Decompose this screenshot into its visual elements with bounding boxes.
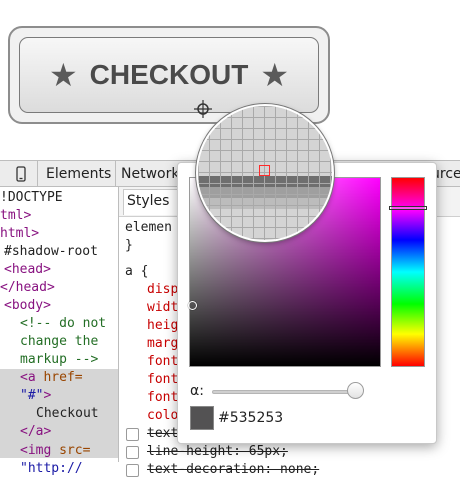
attr-name: src= (59, 443, 91, 458)
tree-line[interactable]: <body> (4, 297, 51, 315)
css-property[interactable]: heig (147, 317, 178, 335)
css-property[interactable]: colo (147, 407, 178, 425)
checkout-button[interactable]: ★ CHECKOUT ★ (19, 37, 319, 113)
saturation-handle[interactable] (188, 301, 197, 310)
hex-value[interactable]: #535253 (218, 410, 283, 426)
target-pixel-marker (259, 165, 270, 176)
property-checkbox[interactable] (126, 428, 139, 441)
css-property[interactable]: font (147, 371, 178, 389)
tag-text: <a (20, 370, 44, 385)
tree-line[interactable]: <head> (4, 261, 51, 279)
css-property-disabled[interactable]: text-decoration: none; (147, 461, 319, 479)
hue-handle[interactable] (389, 206, 427, 210)
tree-line[interactable]: </head> (0, 279, 55, 297)
css-property[interactable]: marg (147, 335, 178, 353)
tag-text: <img (20, 443, 60, 458)
tab-network[interactable]: Network (121, 166, 179, 182)
tab-styles[interactable]: Styles (127, 193, 169, 209)
css-property[interactable]: disp (147, 281, 178, 299)
tree-comment[interactable]: markup --> (20, 351, 98, 369)
element-style-selector: elemen (125, 220, 172, 235)
tree-attr-value[interactable]: "#"> (20, 387, 51, 405)
css-property-disabled[interactable]: line-height: 65px; (147, 443, 288, 461)
tree-line: html> (0, 226, 40, 241)
tree-attr-value[interactable]: "http:// (20, 460, 83, 478)
css-property[interactable]: font (147, 353, 178, 371)
property-checkbox[interactable] (126, 464, 139, 477)
css-property-disabled[interactable]: text (147, 425, 178, 443)
tree-comment[interactable]: <!-- do not (20, 315, 106, 333)
attr-value: "#" (20, 388, 44, 403)
star-right-icon: ★ (260, 57, 290, 93)
eyedropper-magnifier (196, 104, 334, 242)
property-checkbox[interactable] (126, 446, 139, 459)
alpha-label: α: (190, 383, 204, 399)
tree-line[interactable]: #shadow-root (4, 243, 98, 261)
attr-name: href= (43, 370, 83, 385)
tag-text: > (43, 388, 52, 403)
color-swatch (190, 406, 214, 430)
device-mode-icon[interactable] (16, 166, 26, 182)
css-property[interactable]: font (147, 389, 178, 407)
tree-line[interactable]: </a> (20, 423, 51, 441)
tree-node-img[interactable]: <img src= (20, 442, 90, 460)
rule-selector[interactable]: a { (125, 263, 148, 281)
elements-tree: !DOCTYPE tml> html> #shadow-root <head> … (0, 187, 118, 476)
alpha-slider[interactable] (212, 390, 362, 394)
tree-text-node[interactable]: Checkout (36, 405, 99, 423)
tree-line: tml> (0, 208, 32, 223)
rule-close-brace: } (125, 238, 133, 253)
tree-line: !DOCTYPE (0, 190, 63, 205)
css-property[interactable]: widt (147, 299, 178, 317)
tree-comment[interactable]: change the (20, 333, 98, 351)
checkout-label: CHECKOUT (89, 59, 249, 90)
star-left-icon: ★ (48, 57, 78, 93)
tree-node-a[interactable]: <a href= (20, 369, 83, 387)
alpha-thumb[interactable] (347, 382, 364, 399)
tab-elements[interactable]: Elements (46, 166, 111, 182)
